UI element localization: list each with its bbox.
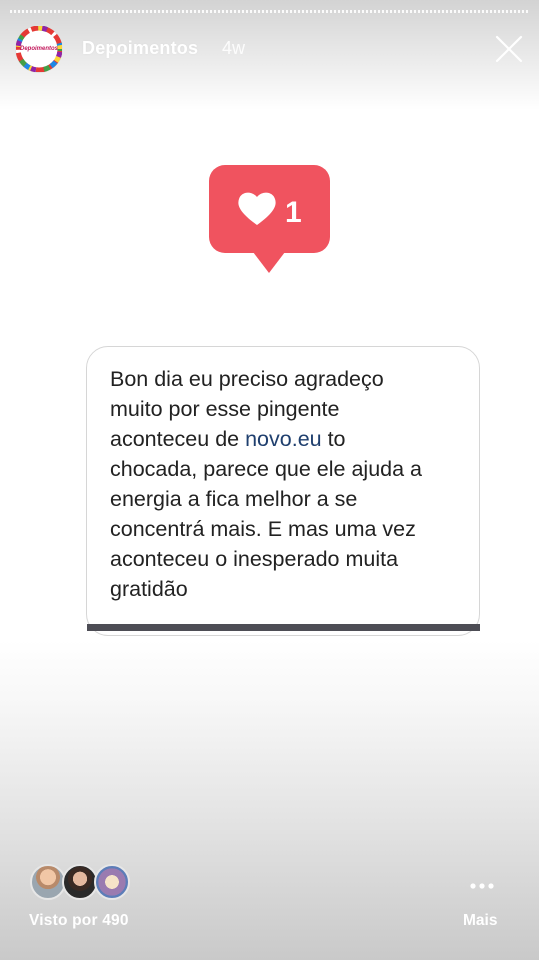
post-time: 4w bbox=[222, 38, 246, 58]
message-link[interactable]: novo.eu bbox=[245, 427, 322, 451]
like-count: 1 bbox=[285, 196, 302, 229]
avatar-logo-text: Depoimentos bbox=[19, 46, 58, 52]
viewer-avatar bbox=[94, 864, 130, 900]
message-line: aconteceu o inesperado muita bbox=[110, 547, 399, 571]
like-notification-badge bbox=[209, 165, 330, 275]
message-line: gratidão bbox=[110, 577, 188, 601]
screenshot-bottom-bar bbox=[87, 624, 480, 631]
message-line: Bon dia eu preciso agradeço bbox=[110, 367, 384, 391]
message-text: to bbox=[321, 427, 346, 451]
story-progress-bar bbox=[10, 10, 529, 13]
viewer-avatars[interactable] bbox=[30, 864, 140, 902]
close-button[interactable] bbox=[494, 34, 524, 64]
more-button[interactable] bbox=[469, 878, 495, 889]
close-icon bbox=[495, 35, 523, 63]
like-badge-shape bbox=[209, 165, 330, 273]
account-avatar[interactable]: Depoimentos bbox=[16, 26, 62, 72]
header-gradient bbox=[0, 0, 539, 110]
message-text: aconteceu de bbox=[110, 427, 246, 451]
message-line: aconteceu de novo.eu to bbox=[110, 424, 470, 454]
message-line: concentrá mais. E mas uma vez bbox=[110, 517, 416, 541]
viewer-avatar bbox=[30, 864, 66, 900]
viewer-avatar bbox=[62, 864, 98, 900]
message-line: energia a fica melhor a se bbox=[110, 487, 358, 511]
more-label[interactable]: Mais bbox=[463, 912, 497, 930]
message-line: chocada, parece que ele ajuda a bbox=[110, 457, 422, 481]
account-name[interactable]: Depoimentos bbox=[82, 38, 198, 59]
viewers-count[interactable]: Visto por 490 bbox=[29, 912, 129, 930]
message-line: muito por esse pingente bbox=[110, 397, 340, 421]
testimonial-message: Bon dia eu preciso agradeço muito por es… bbox=[110, 364, 470, 604]
more-dots-icon bbox=[470, 883, 494, 889]
